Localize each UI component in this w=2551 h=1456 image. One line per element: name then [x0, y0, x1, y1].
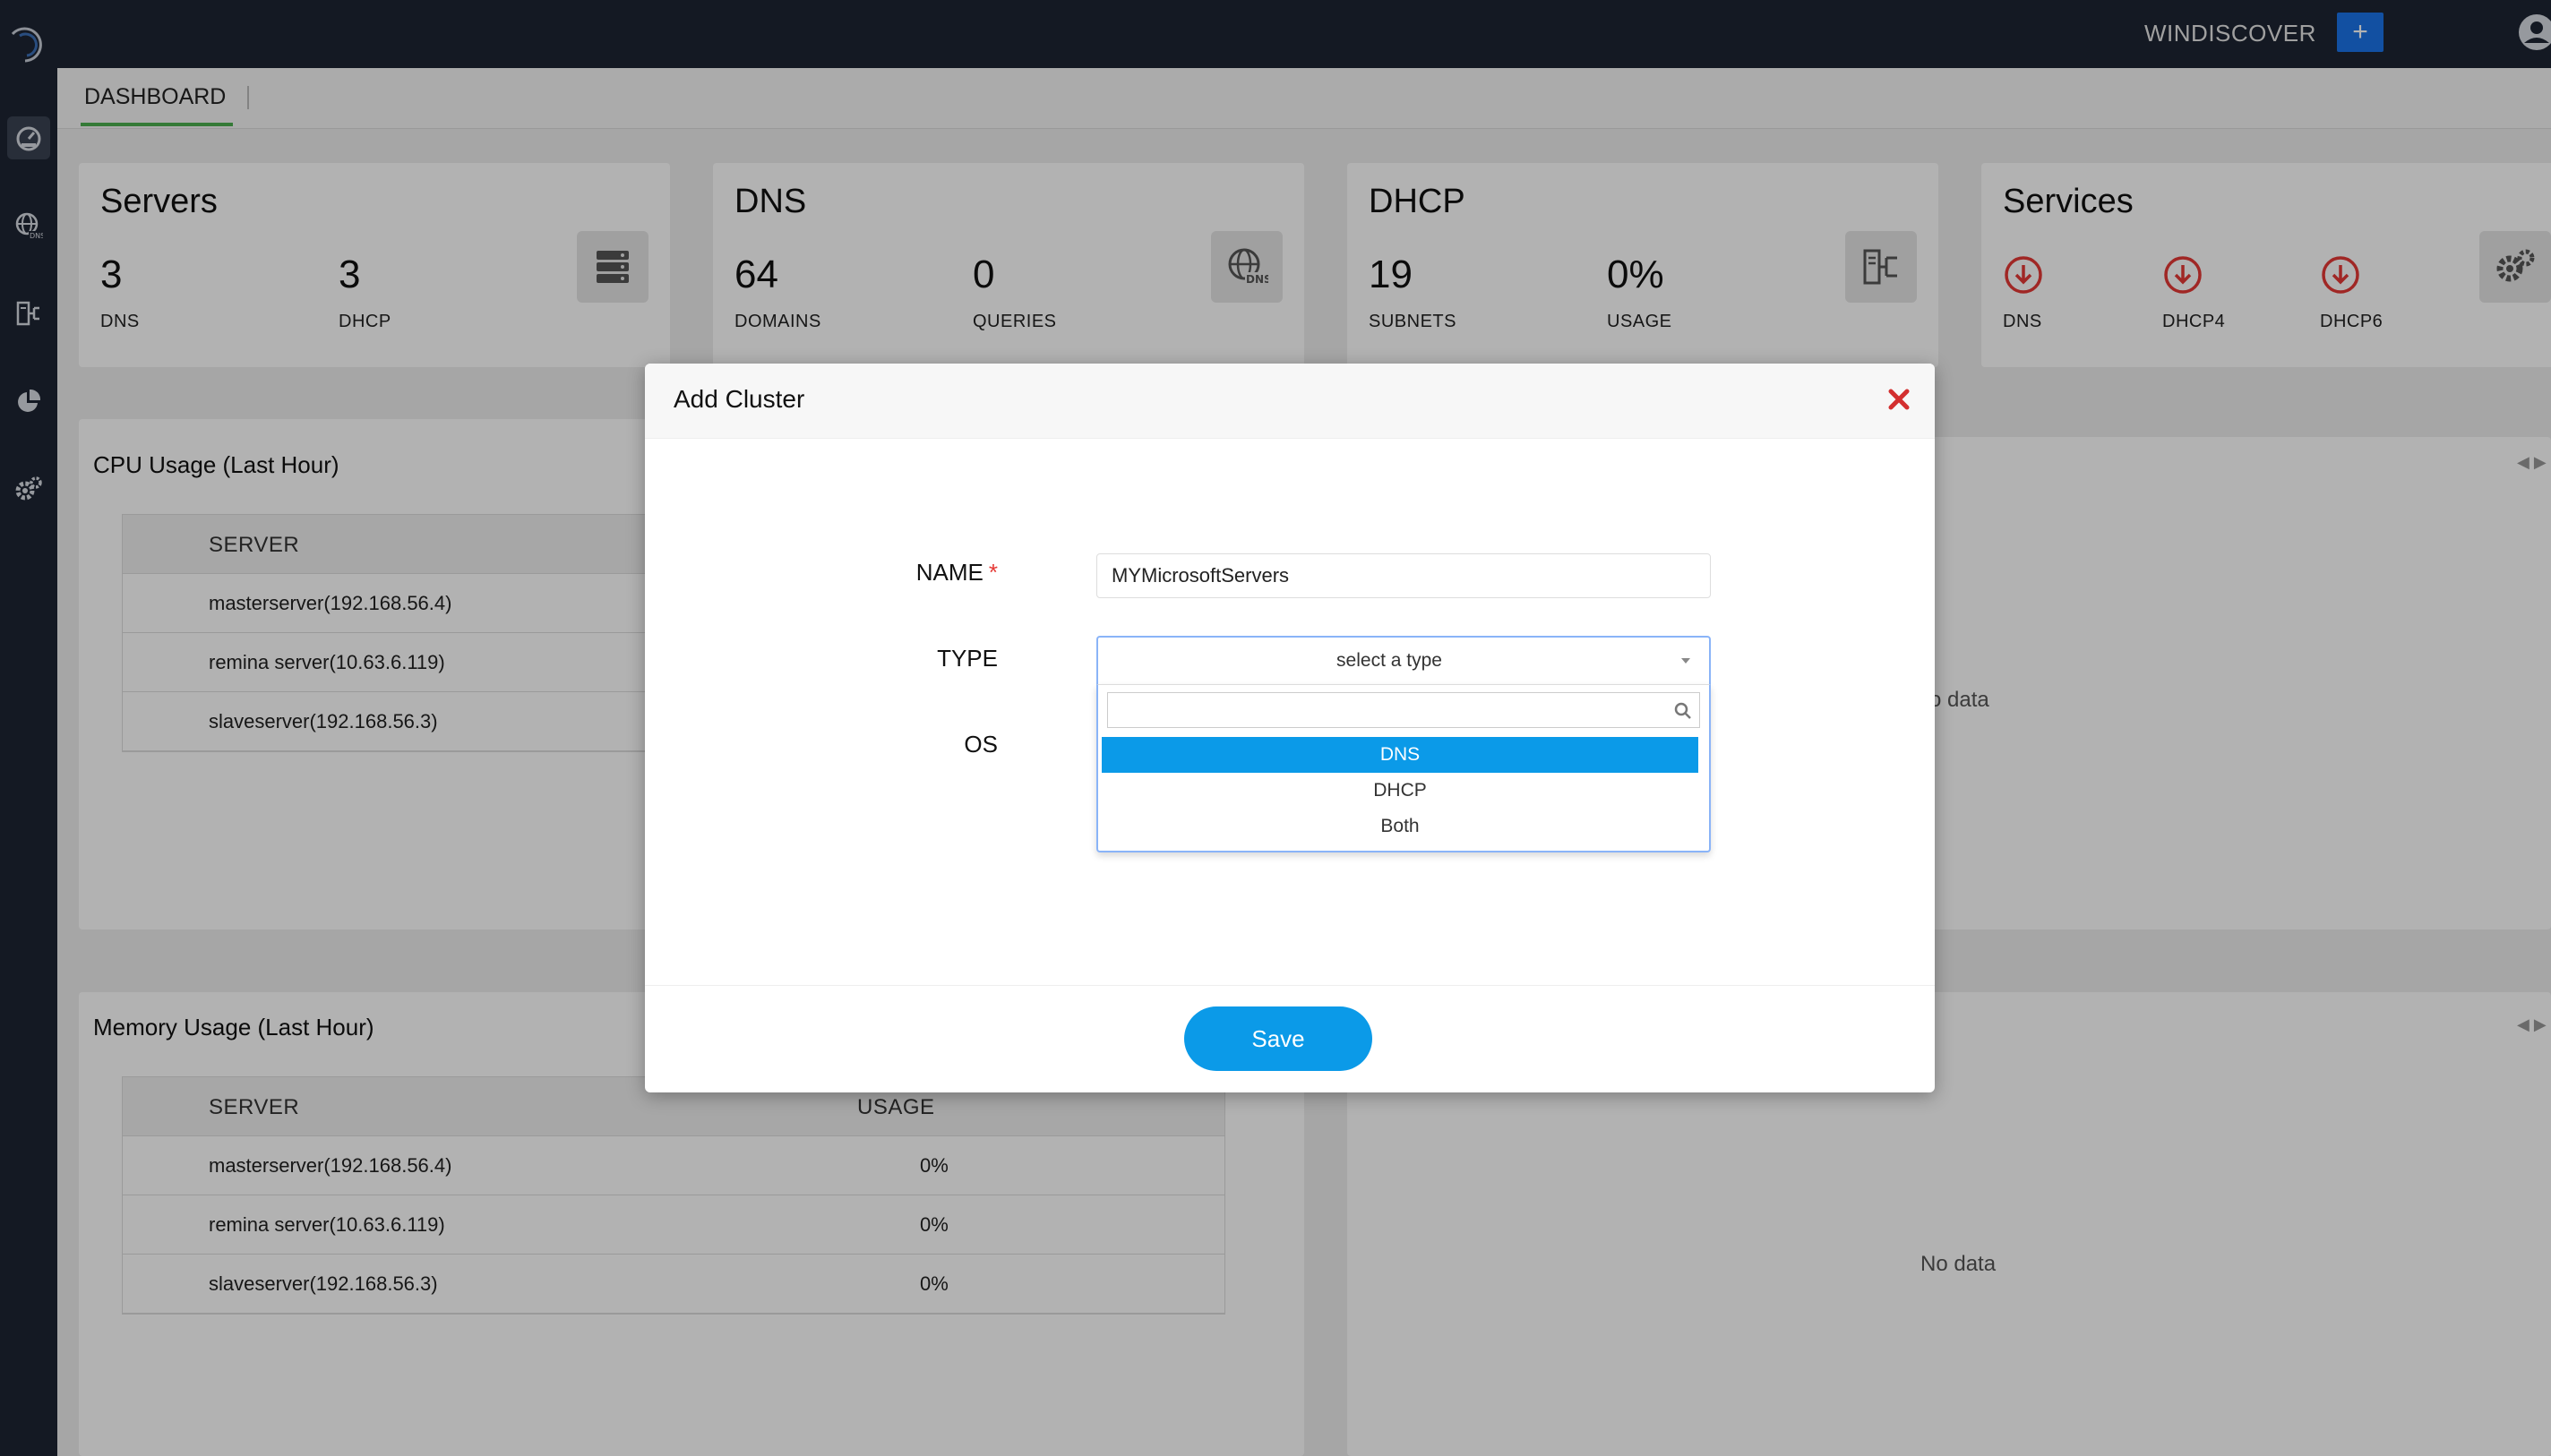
name-label-text: NAME	[915, 559, 983, 586]
modal-title: Add Cluster	[674, 385, 805, 413]
add-cluster-modal: Add Cluster NAME* TYPE select a type OS …	[645, 364, 1935, 1092]
chevron-down-icon	[1681, 658, 1690, 664]
name-label: NAME *	[819, 559, 998, 587]
type-select[interactable]: select a type	[1096, 636, 1711, 686]
name-input[interactable]	[1096, 553, 1711, 598]
type-select-placeholder: select a type	[1336, 650, 1442, 671]
type-option-both[interactable]: Both	[1102, 809, 1698, 844]
type-search-input[interactable]	[1107, 692, 1700, 728]
type-option-dns[interactable]: DNS	[1102, 737, 1698, 773]
os-label: OS	[964, 731, 998, 758]
required-mark: *	[988, 559, 998, 586]
type-label: TYPE	[937, 645, 998, 672]
type-option-dhcp[interactable]: DHCP	[1102, 773, 1698, 809]
modal-header: Add Cluster	[645, 364, 1935, 439]
search-icon	[1674, 702, 1691, 719]
type-dropdown: DNS DHCP Both	[1096, 684, 1711, 852]
close-icon[interactable]	[1883, 383, 1915, 415]
save-button[interactable]: Save	[1184, 1006, 1372, 1071]
modal-footer-divider	[645, 985, 1935, 986]
